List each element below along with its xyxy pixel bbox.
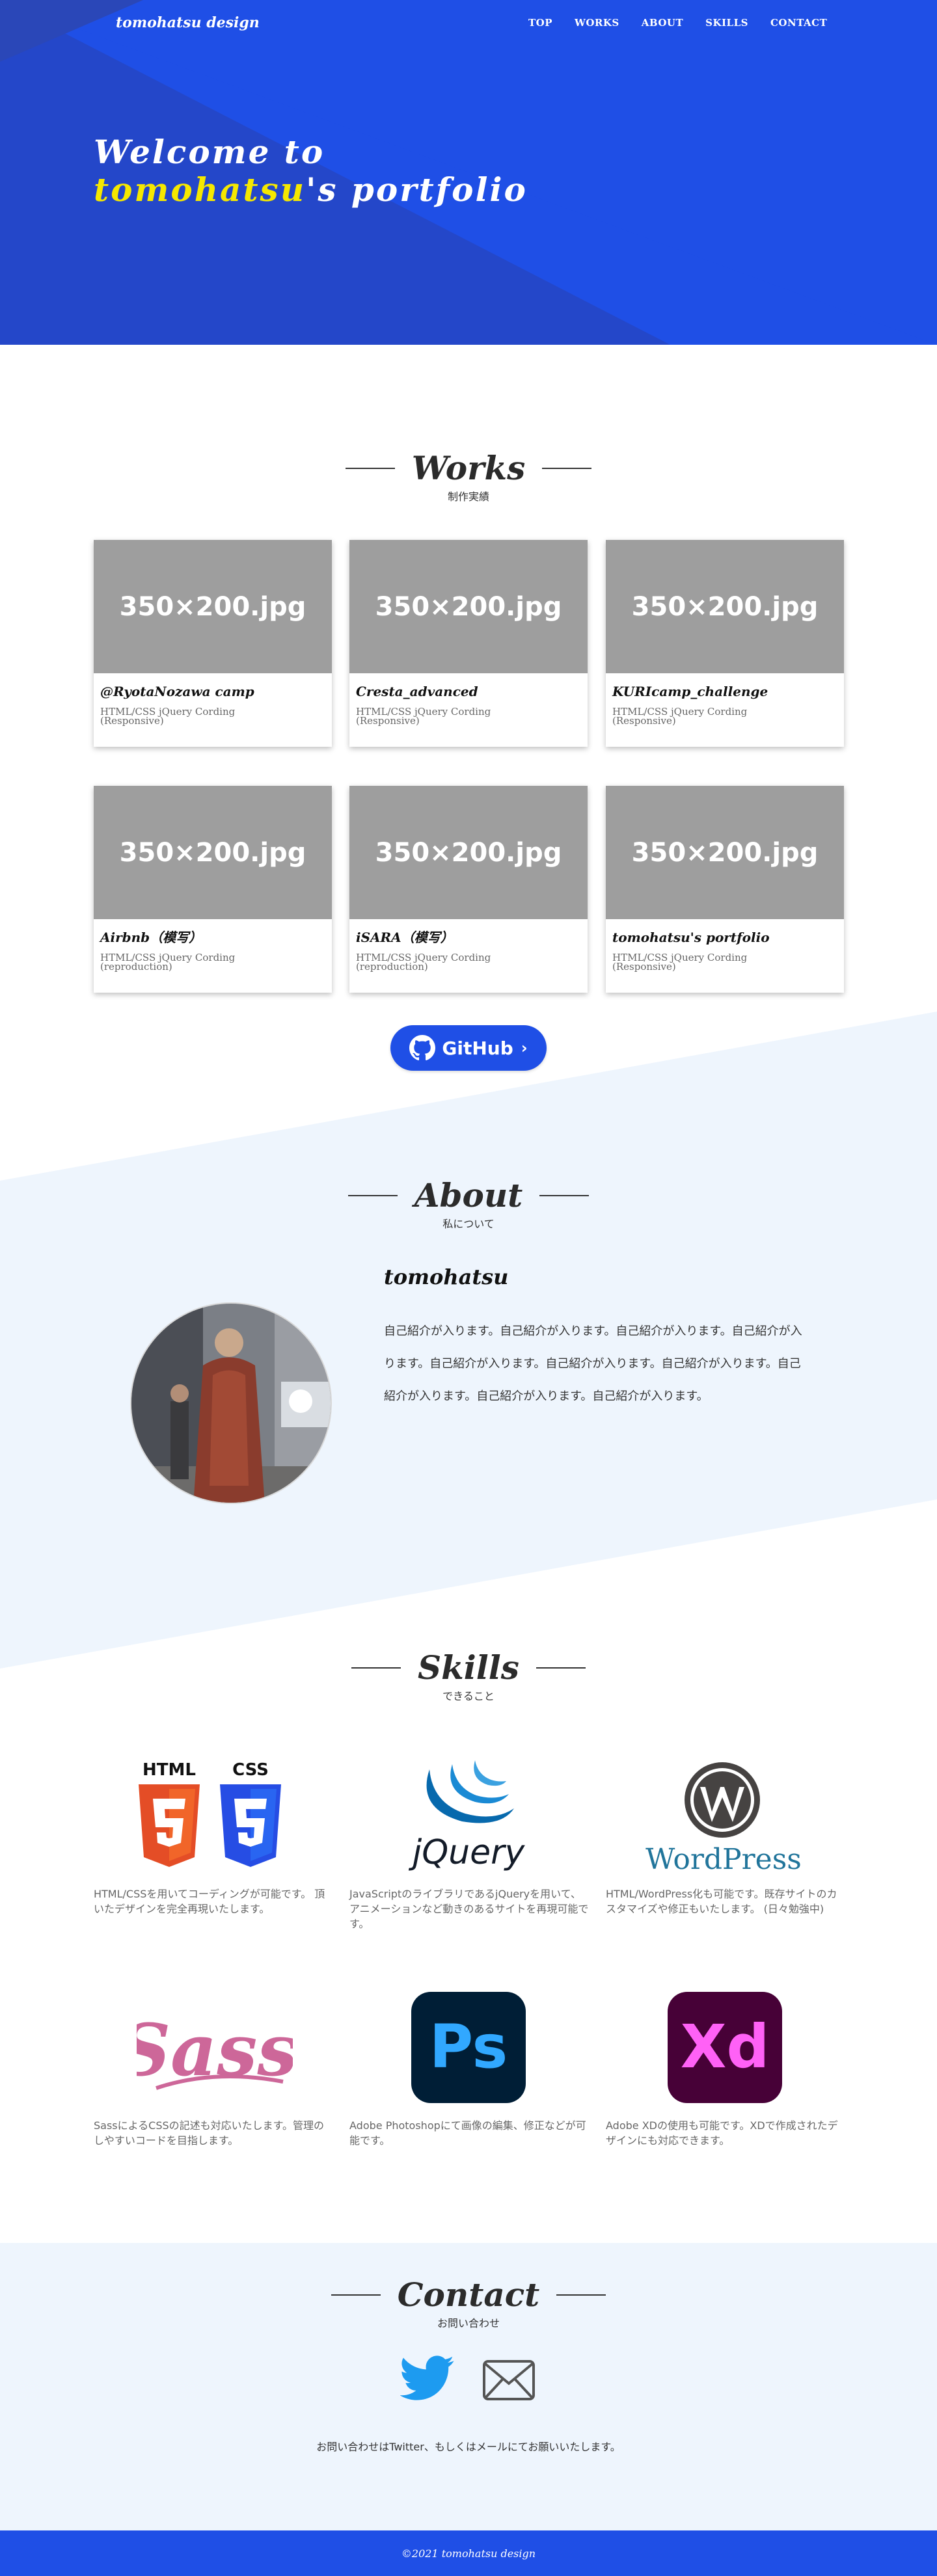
about-title: About <box>414 1176 523 1214</box>
jquery-logo: jQuery <box>409 1760 526 1872</box>
skills-title: Skills <box>418 1648 519 1687</box>
work-thumbnail: 350×200.jpg <box>94 786 332 919</box>
jquery-logo-label: jQuery <box>409 1833 526 1872</box>
twitter-icon[interactable] <box>400 2355 455 2402</box>
skill-description: Adobe XDの使用も可能です。XDで作成されたデザインにも対応できます。 <box>606 2119 838 2147</box>
skill-description: JavaScriptのライブラリであるjQueryを用いて、アニメーションなど動… <box>349 1888 589 1930</box>
contact-title: Contact <box>397 2275 540 2314</box>
work-card[interactable]: 350×200.jpg iSARA（模写） HTML/CSS jQuery Co… <box>349 786 588 993</box>
work-title: @RyotaNozawa camp <box>100 684 254 699</box>
work-description: HTML/CSS jQuery Cording (reproduction) <box>100 952 236 973</box>
about-subtitle: 私について <box>442 1218 495 1230</box>
heading-line-left <box>331 2294 381 2296</box>
work-description: HTML/CSS jQuery Cording (reproduction) <box>356 952 491 973</box>
work-card[interactable]: 350×200.jpg Cresta_advanced HTML/CSS jQu… <box>349 540 588 747</box>
profile-photo <box>131 1304 331 1503</box>
nav-about[interactable]: ABOUT <box>642 17 683 29</box>
work-description: HTML/CSS jQuery Cording (Responsive) <box>612 706 748 727</box>
wordpress-logo-label: WordPress <box>645 1843 802 1876</box>
about-name: tomohatsu <box>384 1265 509 1289</box>
work-card[interactable]: 350×200.jpg KURIcamp_challenge HTML/CSS … <box>606 540 844 747</box>
github-icon <box>409 1035 436 1061</box>
html-logo-label: HTML <box>143 1760 196 1780</box>
hero-title-highlight: tomohatsu <box>94 170 306 209</box>
heading-line-right <box>539 1195 590 1196</box>
contact-subtitle: お問い合わせ <box>437 2317 500 2329</box>
github-button-label: GitHub <box>442 1037 513 1059</box>
wordpress-logo: WordPress <box>645 1762 802 1876</box>
work-thumbnail: 350×200.jpg <box>349 786 588 919</box>
adobe-xd-logo: Xd <box>668 1992 782 2103</box>
work-title: KURIcamp_challenge <box>612 684 768 699</box>
html-css-logo: HTML CSS <box>139 1760 281 1867</box>
work-description: HTML/CSS jQuery Cording (Responsive) <box>612 952 748 973</box>
work-card[interactable]: 350×200.jpg @RyotaNozawa camp HTML/CSS j… <box>94 540 332 747</box>
hero-title: Welcome to tomohatsu's portfolio <box>94 133 528 209</box>
photoshop-logo: Ps <box>411 1992 526 2103</box>
work-card[interactable]: 350×200.jpg Airbnb（模写） HTML/CSS jQuery C… <box>94 786 332 993</box>
contact-text: お問い合わせはTwitter、もしくはメールにてお願いいたします。 <box>316 2441 621 2453</box>
chevron-right-icon: › <box>521 1039 528 1057</box>
heading-line-right <box>536 1667 586 1669</box>
work-title: iSARA（模写） <box>356 930 454 945</box>
profile-avatar <box>130 1302 332 1504</box>
heading-line-left <box>345 468 395 469</box>
heading-line-right <box>542 468 592 469</box>
work-title: Cresta_advanced <box>356 684 478 699</box>
skill-description: HTML/CSSを用いてコーディングが可能です。 頂いたデザインを完全再現いたし… <box>94 1888 325 1915</box>
skills-heading: Skills できること <box>0 1650 937 1703</box>
works-title: Works <box>411 449 526 487</box>
html5-icon <box>139 1784 200 1867</box>
css-logo-label: CSS <box>232 1760 269 1780</box>
nav-contact[interactable]: CONTACT <box>770 17 827 29</box>
skill-description: SassによるCSSの記述も対応いたします。管理のしやすいコードを目指します。 <box>94 2119 325 2147</box>
github-button[interactable]: GitHub › <box>390 1025 547 1071</box>
nav-skills[interactable]: SKILLS <box>705 17 748 29</box>
mail-icon[interactable] <box>483 2360 535 2400</box>
work-thumbnail: 350×200.jpg <box>606 540 844 673</box>
css3-icon <box>220 1784 281 1867</box>
work-title: Airbnb（模写） <box>100 930 202 945</box>
hero-title-line2: 's portfolio <box>306 170 528 209</box>
heading-line-left <box>347 1195 398 1196</box>
work-thumbnail: 350×200.jpg <box>349 540 588 673</box>
works-heading: Works 制作実績 <box>0 450 937 503</box>
work-description: HTML/CSS jQuery Cording (Responsive) <box>100 706 236 727</box>
about-heading: About 私について <box>0 1177 937 1231</box>
nav-top[interactable]: TOP <box>528 17 552 29</box>
sass-logo: Sass <box>137 2008 293 2092</box>
copyright-text: ©2021 tomohatsu design <box>401 2547 536 2560</box>
site-logo-link[interactable]: tomohatsu design <box>116 14 260 31</box>
work-title: tomohatsu's portfolio <box>612 930 770 945</box>
works-subtitle: 制作実績 <box>447 490 489 503</box>
skill-description: HTML/WordPress化も可能です。既存サイトのカスタマイズや修正もいたし… <box>606 1888 837 1915</box>
heading-line-left <box>351 1667 401 1669</box>
heading-line-right <box>556 2294 606 2296</box>
work-thumbnail: 350×200.jpg <box>606 786 844 919</box>
hero-section: tomohatsu design TOP WORKS ABOUT SKILLS … <box>0 0 937 345</box>
main-nav: TOP WORKS ABOUT SKILLS CONTACT <box>528 17 827 29</box>
nav-works[interactable]: WORKS <box>575 17 619 29</box>
contact-heading: Contact お問い合わせ <box>0 2277 937 2330</box>
work-thumbnail: 350×200.jpg <box>94 540 332 673</box>
about-text: 自己紹介が入ります。自己紹介が入ります。自己紹介が入ります。自己紹介が入ります。… <box>384 1324 802 1403</box>
photoshop-logo-label: Ps <box>429 2012 508 2082</box>
footer: ©2021 tomohatsu design <box>0 2530 937 2576</box>
adobe-xd-logo-label: Xd <box>681 2012 770 2082</box>
work-description: HTML/CSS jQuery Cording (Responsive) <box>356 706 491 727</box>
skills-subtitle: できること <box>442 1690 495 1702</box>
hero-title-line1: Welcome to <box>94 133 325 171</box>
work-card[interactable]: 350×200.jpg tomohatsu's portfolio HTML/C… <box>606 786 844 993</box>
skill-description: Adobe Photoshopにて画像の編集、修正などが可能です。 <box>349 2119 586 2147</box>
